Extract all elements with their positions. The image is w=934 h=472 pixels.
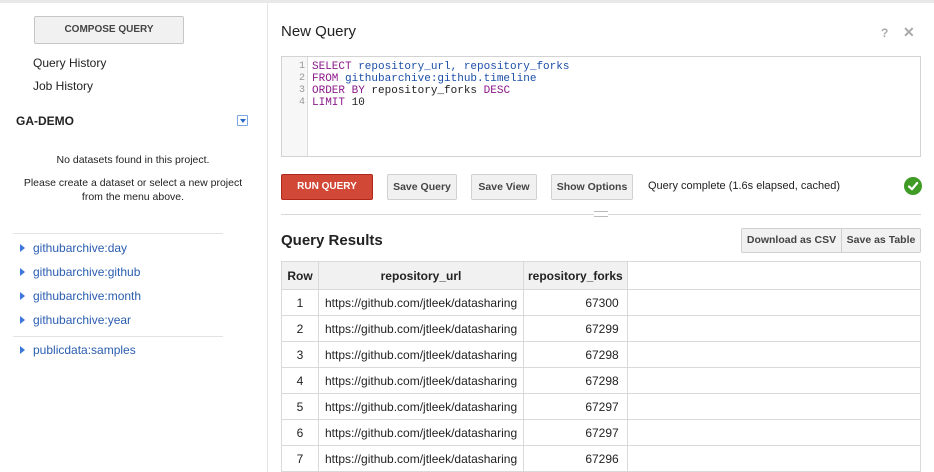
query-results-title: Query Results [281, 232, 383, 249]
close-icon[interactable]: ✕ [903, 24, 915, 41]
repository-url-cell: https://github.com/jtleek/datasharing [318, 393, 524, 420]
column-header-filler [626, 261, 922, 290]
filler-cell [627, 315, 922, 342]
dataset-label: githubarchive:month [33, 289, 142, 303]
no-datasets-message: No datasets found in this project. [56, 154, 210, 166]
column-header-repository-forks: repository_forks [523, 261, 628, 290]
create-dataset-hint: Please create a dataset or select a new … [23, 177, 243, 203]
code-line: 2 FROM githubarchive:github.timeline [298, 73, 537, 85]
repository-forks-cell: 67298 [523, 341, 628, 368]
table-row: 5 https://github.com/jtleek/datasharing … [281, 393, 922, 420]
dataset-item-githubarchive-day[interactable]: githubarchive:day [20, 240, 127, 256]
repository-url-cell: https://github.com/jtleek/datasharing [318, 341, 524, 368]
table-header-row: Row repository_url repository_forks [281, 261, 922, 290]
code-line: 4 LIMIT 10 [298, 97, 365, 109]
dataset-item-githubarchive-month[interactable]: githubarchive:month [20, 288, 141, 304]
repository-forks-cell: 67299 [523, 315, 628, 342]
filler-cell [627, 367, 922, 394]
dataset-item-githubarchive-year[interactable]: githubarchive:year [20, 312, 131, 328]
table-row: 7 https://github.com/jtleek/datasharing … [281, 445, 922, 472]
code-line: 3 ORDER BY repository_forks DESC [298, 85, 511, 97]
dataset-label: githubarchive:day [33, 241, 128, 255]
table-row: 6 https://github.com/jtleek/datasharing … [281, 419, 922, 446]
filler-cell [627, 341, 922, 368]
expand-arrow-icon [20, 346, 25, 354]
row-number: 7 [281, 445, 319, 472]
table-row: 4 https://github.com/jtleek/datasharing … [281, 367, 922, 394]
row-number: 4 [281, 367, 319, 394]
expand-arrow-icon [20, 244, 25, 252]
table-row: 2 https://github.com/jtleek/datasharing … [281, 315, 922, 342]
row-number: 6 [281, 419, 319, 446]
expand-arrow-icon [20, 268, 25, 276]
repository-forks-cell: 67300 [523, 289, 628, 316]
row-number: 3 [281, 341, 319, 368]
repository-forks-cell: 67298 [523, 367, 628, 394]
sidebar [0, 3, 267, 472]
project-name: GA-DEMO [16, 114, 74, 128]
repository-forks-cell: 67297 [523, 393, 628, 420]
filler-cell [627, 419, 922, 446]
checkmark-icon [904, 177, 922, 195]
expand-arrow-icon [20, 292, 25, 300]
new-query-title: New Query [281, 23, 357, 40]
dataset-item-githubarchive-github[interactable]: githubarchive:github [20, 264, 140, 280]
repository-forks-cell: 67296 [523, 445, 628, 472]
query-status: Query complete (1.6s elapsed, cached) [648, 180, 840, 192]
save-query-button[interactable]: Save Query [387, 174, 457, 200]
row-number: 1 [281, 289, 319, 316]
resize-grip-icon[interactable] [594, 211, 608, 217]
job-history-link[interactable]: Job History [33, 79, 93, 93]
column-header-repository-url: repository_url [318, 261, 524, 290]
dataset-label: publicdata:samples [33, 343, 136, 357]
results-table: Row repository_url repository_forks 1 ht… [281, 261, 922, 472]
dataset-label: githubarchive:year [33, 313, 132, 327]
query-history-link[interactable]: Query History [33, 56, 106, 70]
row-number: 5 [281, 393, 319, 420]
compose-query-button[interactable]: COMPOSE QUERY [34, 16, 184, 44]
dataset-item-publicdata-samples[interactable]: publicdata:samples [20, 342, 136, 358]
run-query-button[interactable]: RUN QUERY [281, 174, 373, 200]
sidebar-separator [13, 233, 223, 234]
repository-url-cell: https://github.com/jtleek/datasharing [318, 445, 524, 472]
repository-forks-cell: 67297 [523, 419, 628, 446]
save-view-button[interactable]: Save View [471, 174, 537, 200]
code-line: 1 SELECT repository_url, repository_fork… [298, 61, 570, 73]
query-editor[interactable]: 1 SELECT repository_url, repository_fork… [281, 56, 921, 157]
table-row: 3 https://github.com/jtleek/datasharing … [281, 341, 922, 368]
help-icon[interactable]: ? [881, 26, 888, 40]
repository-url-cell: https://github.com/jtleek/datasharing [318, 419, 524, 446]
repository-url-cell: https://github.com/jtleek/datasharing [318, 289, 524, 316]
column-header-row: Row [281, 261, 319, 290]
repository-url-cell: https://github.com/jtleek/datasharing [318, 315, 524, 342]
filler-cell [627, 289, 922, 316]
download-csv-button[interactable]: Download as CSV [741, 228, 842, 253]
row-number: 2 [281, 315, 319, 342]
project-menu-dropdown-icon[interactable] [237, 115, 248, 126]
sidebar-separator [13, 336, 223, 337]
expand-arrow-icon [20, 316, 25, 324]
sidebar-divider [267, 3, 268, 472]
show-options-button[interactable]: Show Options [551, 174, 633, 200]
filler-cell [627, 393, 922, 420]
table-row: 1 https://github.com/jtleek/datasharing … [281, 289, 922, 316]
save-as-table-button[interactable]: Save as Table [841, 228, 921, 253]
dataset-label: githubarchive:github [33, 265, 141, 279]
filler-cell [627, 445, 922, 472]
repository-url-cell: https://github.com/jtleek/datasharing [318, 367, 524, 394]
